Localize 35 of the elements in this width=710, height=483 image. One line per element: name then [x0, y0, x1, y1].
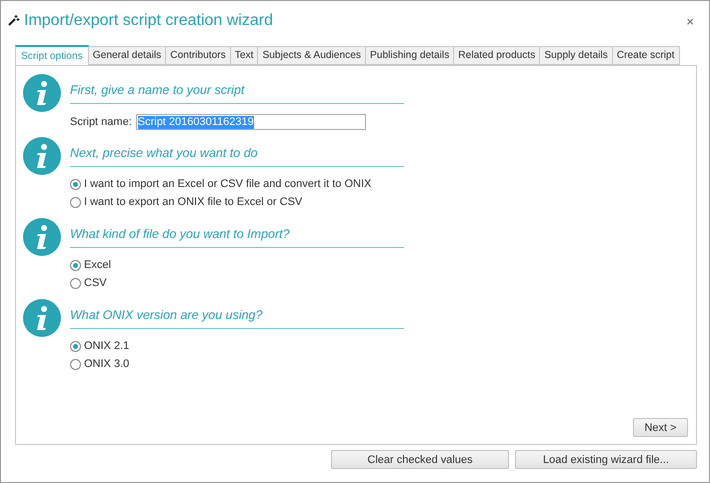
option-label: ONIX 3.0: [84, 358, 130, 370]
section-heading: What kind of file do you want to Import?: [70, 216, 404, 248]
section-heading: First, give a name to your script: [70, 72, 404, 104]
footer-button[interactable]: Load existing wizard file...: [515, 450, 697, 469]
radio-button[interactable]: [70, 278, 81, 288]
field-label: Script name:: [70, 116, 132, 128]
tab[interactable]: Publishing details: [366, 46, 454, 65]
info-icon: [23, 218, 61, 256]
option-label: ONIX 2.1: [84, 340, 130, 352]
option-label: Excel: [84, 259, 111, 271]
tab[interactable]: General details: [88, 46, 166, 65]
window-title: Import/export script creation wizard: [24, 12, 273, 30]
tab[interactable]: Text: [230, 46, 258, 65]
magic-wand-icon: [8, 14, 20, 26]
section-heading: What ONIX version are you using?: [70, 297, 404, 329]
tab[interactable]: Contributors: [166, 46, 231, 65]
radio-button[interactable]: [70, 358, 81, 370]
info-icon: [23, 74, 61, 112]
close-button[interactable]: ×: [678, 14, 702, 28]
tab[interactable]: Subjects & Audiences: [258, 46, 366, 65]
info-icon: [23, 137, 61, 175]
option-label: I want to export an ONIX file to Excel or CSV: [84, 196, 302, 208]
radio-button[interactable]: [70, 178, 81, 190]
section-heading: Next, precise what you want to do: [70, 135, 404, 167]
tab[interactable]: Create script: [612, 46, 680, 65]
tab[interactable]: Supply details: [540, 46, 613, 65]
radio-button[interactable]: [70, 260, 81, 270]
option-label: I want to import an Excel or CSV file and convert it to ONIX: [84, 178, 372, 190]
info-icon: [23, 299, 61, 337]
radio-button[interactable]: [70, 196, 81, 208]
footer-button[interactable]: Clear checked values: [331, 450, 509, 469]
next-button[interactable]: Next >: [633, 418, 688, 437]
option-label: CSV: [84, 277, 107, 289]
tab[interactable]: Related products: [454, 46, 540, 65]
radio-button[interactable]: [70, 340, 81, 352]
